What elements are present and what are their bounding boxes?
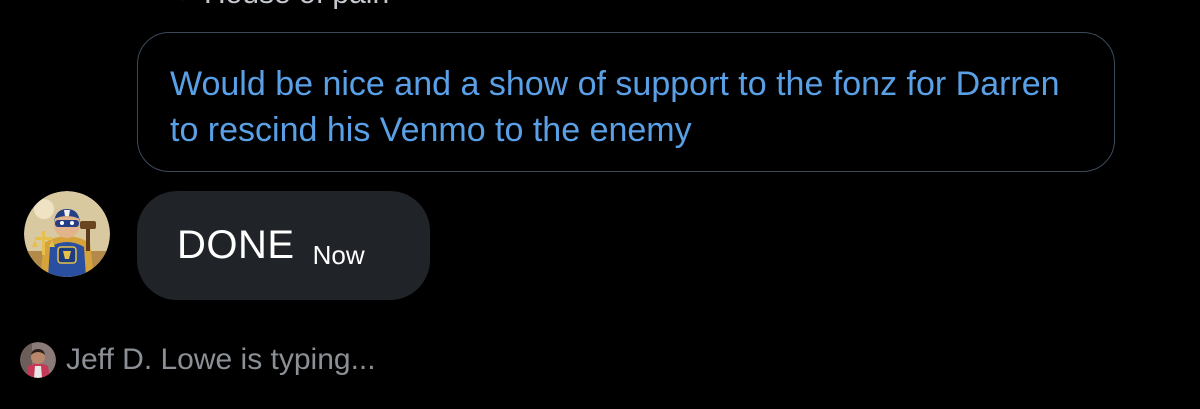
quoted-message-text: Would be nice and a show of support to t… — [170, 65, 1060, 149]
superhero-avatar[interactable] — [24, 191, 110, 277]
quoted-message[interactable]: Would be nice and a show of support to t… — [137, 32, 1115, 172]
message-row: DONE Now — [24, 191, 430, 300]
message-bubble[interactable]: DONE Now — [137, 191, 430, 300]
typing-indicator-text: Jeff D. Lowe is typing... — [66, 343, 376, 376]
message-text: DONE — [177, 223, 295, 267]
reply-context-label: House of pain — [204, 0, 389, 11]
typing-indicator: Jeff D. Lowe is typing... — [20, 342, 376, 378]
user-avatar[interactable] — [20, 342, 56, 378]
reply-arrow-icon — [174, 0, 196, 5]
reply-context[interactable]: House of pain — [174, 0, 389, 10]
message-timestamp: Now — [312, 240, 365, 270]
